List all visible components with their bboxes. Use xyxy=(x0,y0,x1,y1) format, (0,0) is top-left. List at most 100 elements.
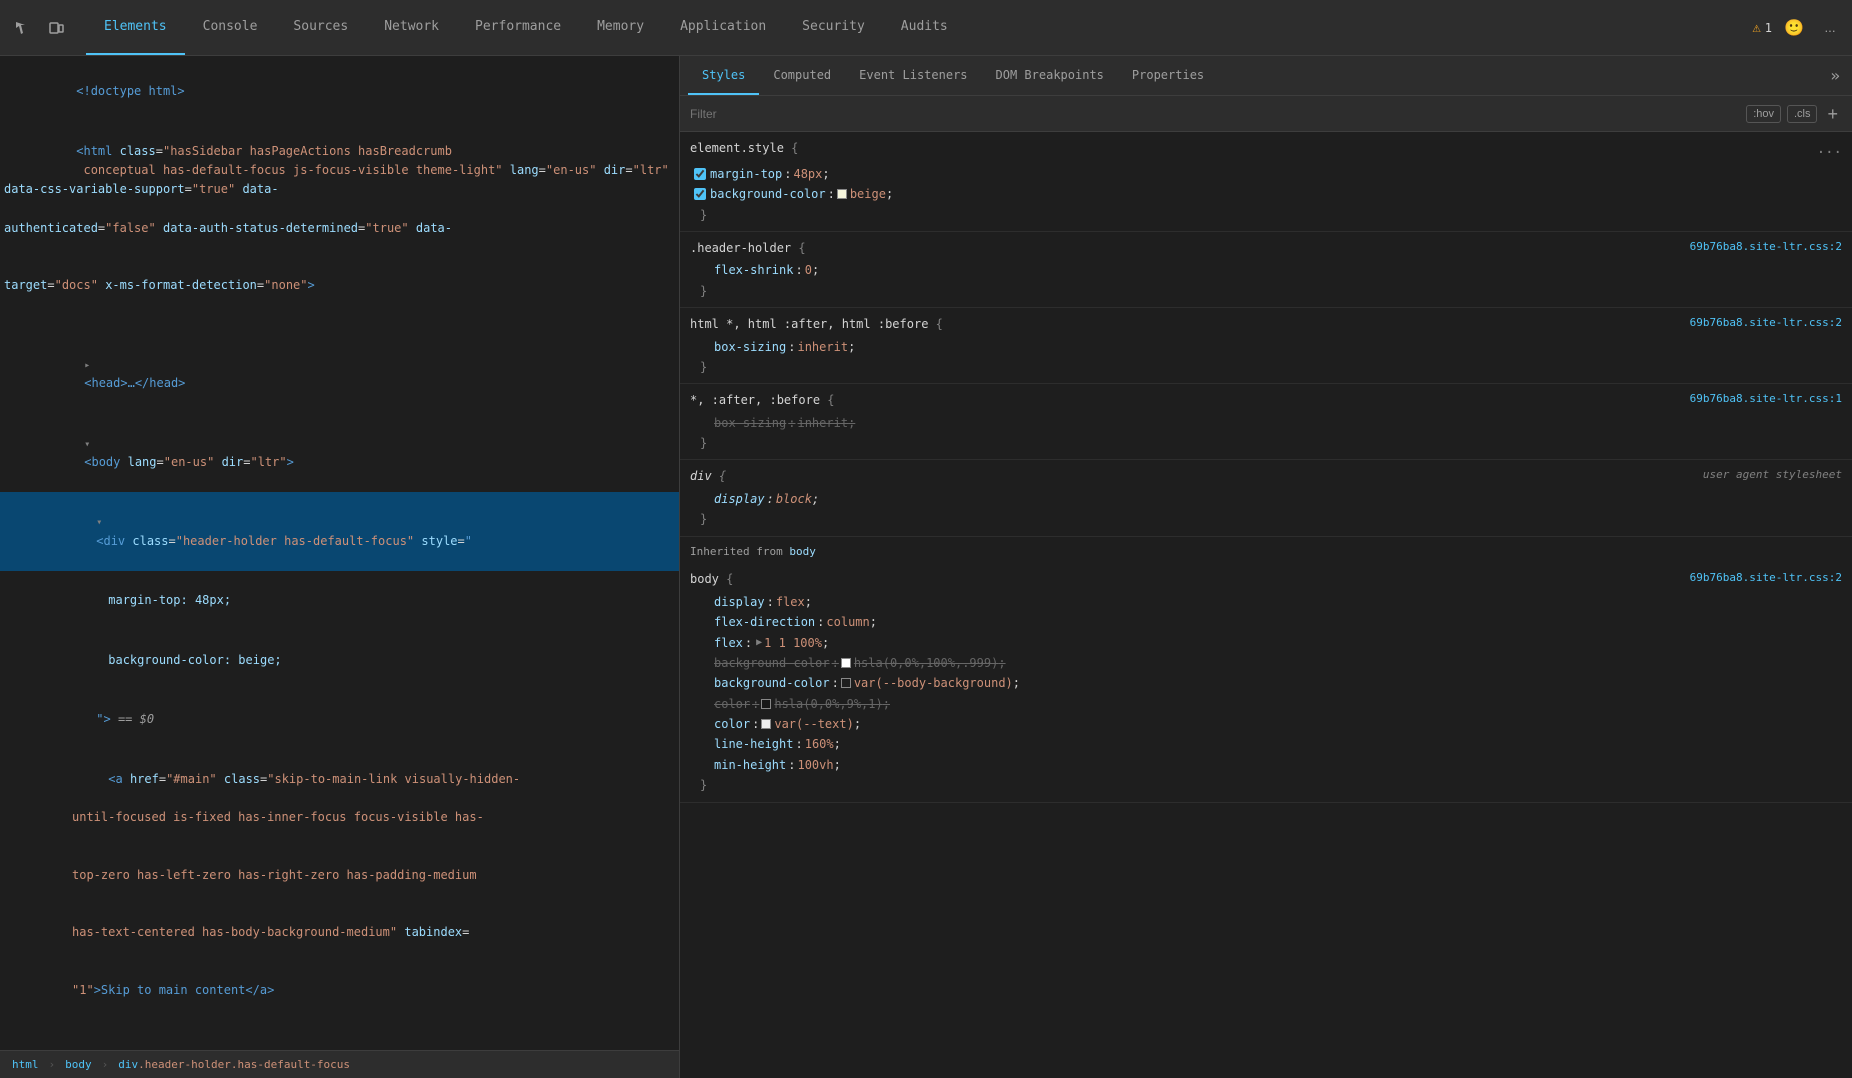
doctype-text: <!doctype html> xyxy=(76,84,184,98)
tab-security[interactable]: Security xyxy=(784,0,883,55)
rule-ellipsis[interactable]: ... xyxy=(1817,138,1842,162)
div-header-holder-line[interactable]: <div class="header-holder has-default-fo… xyxy=(0,492,679,571)
dark-swatch[interactable] xyxy=(841,678,851,688)
display-block-prop: display : block ; xyxy=(690,489,1842,509)
margin-top-name: margin-top xyxy=(710,164,782,184)
box-sizing-strike-name: box-sizing xyxy=(710,413,786,433)
flex-direction-value[interactable]: column xyxy=(826,612,869,632)
main-content-area: <!doctype html> <html class="hasSidebar … xyxy=(0,56,1852,1078)
add-rule-button[interactable]: + xyxy=(1823,105,1842,123)
bg-color-value[interactable]: beige xyxy=(850,184,886,204)
hov-button[interactable]: :hov xyxy=(1746,105,1781,123)
warning-icon: ⚠ xyxy=(1752,20,1760,36)
line-height-name: line-height xyxy=(710,734,793,754)
star-header: *, :after, :before { 69b76ba8.site-ltr.c… xyxy=(690,390,1842,410)
breadcrumb-html[interactable]: html xyxy=(8,1056,43,1073)
cls-button[interactable]: .cls xyxy=(1787,105,1818,123)
inspect-element-button[interactable] xyxy=(8,14,36,42)
styles-filter-bar: :hov .cls + xyxy=(680,96,1852,132)
toolbar-right-area: ⚠ 1 🙂 ... xyxy=(1752,14,1844,42)
bg-color-strike-value[interactable]: hsla(0,0%,100%,.999) xyxy=(854,653,999,673)
tabs-overflow-button[interactable]: » xyxy=(1826,66,1844,85)
header-holder-selector: .header-holder { xyxy=(690,238,806,258)
background-color-prop: background-color : beige ; xyxy=(690,184,1842,204)
tab-performance[interactable]: Performance xyxy=(457,0,579,55)
display-flex-prop: display : flex ; xyxy=(690,592,1842,612)
tab-sources[interactable]: Sources xyxy=(275,0,366,55)
line-height-prop: line-height : 160% ; xyxy=(690,734,1842,754)
bg-color-strike-name: background-color xyxy=(710,653,830,673)
tab-dom-breakpoints[interactable]: DOM Breakpoints xyxy=(982,56,1118,95)
warning-badge[interactable]: ⚠ 1 xyxy=(1752,20,1772,36)
body-tag-line[interactable]: <body lang="en-us" dir="ltr"> xyxy=(0,413,679,492)
breadcrumb-div[interactable]: div.header-holder.has-default-focus xyxy=(114,1056,354,1073)
tab-memory[interactable]: Memory xyxy=(579,0,662,55)
element-style-selector: element.style { xyxy=(690,138,798,158)
header-holder-source[interactable]: 69b76ba8.site-ltr.css:2 xyxy=(1690,238,1842,257)
html-star-close: } xyxy=(690,357,1842,377)
min-height-name: min-height xyxy=(710,755,786,775)
tab-event-listeners[interactable]: Event Listeners xyxy=(845,56,981,95)
smiley-icon: 🙂 xyxy=(1784,18,1804,38)
div-header-area-holder-line[interactable]: <div id="headerAreaHolder" data-bi-name=… xyxy=(0,1039,679,1050)
div-user-agent-header: div { user agent stylesheet xyxy=(690,466,1842,486)
bg-color-var-prop: background-color : var(--body-background… xyxy=(690,673,1842,693)
styles-panel: Styles Computed Event Listeners DOM Brea… xyxy=(680,56,1852,1078)
style-margin-top: margin-top: 48px; xyxy=(0,571,679,631)
bg-color-var-name: background-color xyxy=(710,673,830,693)
tab-computed[interactable]: Computed xyxy=(759,56,845,95)
styles-filter-input[interactable] xyxy=(690,107,1746,121)
line-height-value[interactable]: 160% xyxy=(805,734,834,754)
anchor-skip-line[interactable]: <a href="#main" class="skip-to-main-link… xyxy=(0,750,679,1040)
html-star-source[interactable]: 69b76ba8.site-ltr.css:2 xyxy=(1690,314,1842,333)
style-background-color: background-color: beige; xyxy=(0,630,679,690)
more-options-button[interactable]: ... xyxy=(1816,14,1844,42)
tab-audits[interactable]: Audits xyxy=(883,0,966,55)
light-text-swatch[interactable] xyxy=(761,719,771,729)
body-rule: body { 69b76ba8.site-ltr.css:2 display :… xyxy=(680,563,1852,802)
color-var-value[interactable]: var(--text) xyxy=(774,714,853,734)
tab-elements[interactable]: Elements xyxy=(86,0,185,55)
bg-color-var-value[interactable]: var(--body-background) xyxy=(854,673,1013,693)
inherited-from-tag: body xyxy=(789,545,816,558)
display-flex-value[interactable]: flex xyxy=(776,592,805,612)
star-source[interactable]: 69b76ba8.site-ltr.css:1 xyxy=(1690,390,1842,409)
beige-swatch[interactable] xyxy=(837,189,847,199)
bg-color-checkbox[interactable] xyxy=(694,188,706,200)
tab-network[interactable]: Network xyxy=(366,0,457,55)
div-user-agent-rule: div { user agent stylesheet display : bl… xyxy=(680,460,1852,536)
margin-top-checkbox[interactable] xyxy=(694,168,706,180)
box-sizing-inherit-value[interactable]: inherit xyxy=(797,337,848,357)
breadcrumb-body[interactable]: body xyxy=(61,1056,96,1073)
flex-direction-name: flex-direction xyxy=(710,612,815,632)
body-rule-header: body { 69b76ba8.site-ltr.css:2 xyxy=(690,569,1842,589)
html-star-selector: html *, html :after, html :before { xyxy=(690,314,943,334)
flex-prop: flex : ▶ 1 1 100% ; xyxy=(690,633,1842,653)
white-swatch[interactable] xyxy=(841,658,851,668)
filter-buttons-group: :hov .cls + xyxy=(1746,105,1842,123)
box-sizing-strike-value[interactable]: inherit xyxy=(797,413,848,433)
body-source[interactable]: 69b76ba8.site-ltr.css:2 xyxy=(1690,569,1842,588)
tab-application[interactable]: Application xyxy=(662,0,784,55)
star-rule-close: } xyxy=(690,433,1842,453)
tab-console[interactable]: Console xyxy=(185,0,276,55)
flex-shrink-value[interactable]: 0 xyxy=(805,260,812,280)
tab-properties[interactable]: Properties xyxy=(1118,56,1218,95)
dark-text-swatch[interactable] xyxy=(761,699,771,709)
header-holder-header: .header-holder { 69b76ba8.site-ltr.css:2 xyxy=(690,238,1842,258)
html-tag-line[interactable]: <html class="hasSidebar hasPageActions h… xyxy=(0,122,679,335)
flex-value[interactable]: 1 1 100% xyxy=(764,633,822,653)
head-collapsed-line[interactable]: <head>…</head> xyxy=(0,335,679,414)
color-strike-value[interactable]: hsla(0,0%,9%,1) xyxy=(774,694,882,714)
flex-shrink-name: flex-shrink xyxy=(710,260,793,280)
margin-top-value[interactable]: 48px xyxy=(793,164,822,184)
device-toolbar-button[interactable] xyxy=(42,14,70,42)
min-height-value[interactable]: 100vh xyxy=(797,755,833,775)
element-style-close: } xyxy=(690,205,1842,225)
smiley-button[interactable]: 🙂 xyxy=(1780,14,1808,42)
color-var-prop: color : var(--text) ; xyxy=(690,714,1842,734)
dom-tree[interactable]: <!doctype html> <html class="hasSidebar … xyxy=(0,56,679,1050)
tab-styles[interactable]: Styles xyxy=(688,56,759,95)
flex-shrink-prop: flex-shrink : 0 ; xyxy=(690,260,1842,280)
display-block-value[interactable]: block xyxy=(776,489,812,509)
